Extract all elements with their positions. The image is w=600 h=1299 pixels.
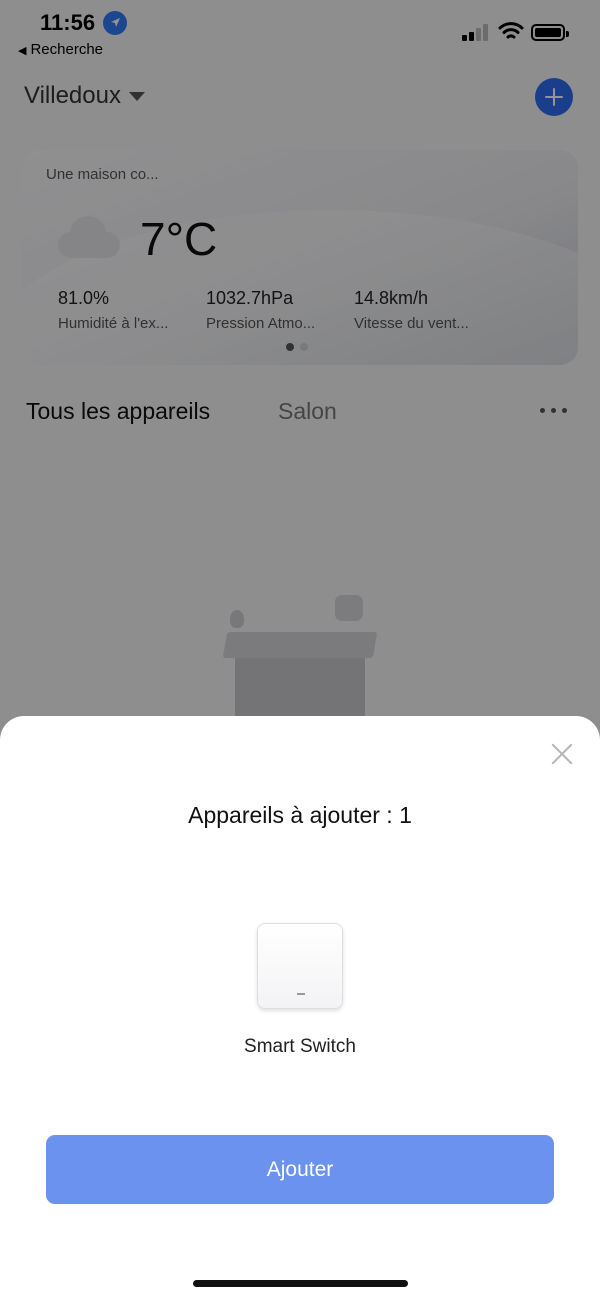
app-screen: 11:56 ◀ Recherche Villedoux Une maison c…	[0, 0, 600, 1299]
device-name: Smart Switch	[244, 1036, 356, 1057]
close-icon[interactable]	[548, 740, 576, 768]
smart-switch-device-image[interactable]	[257, 923, 343, 1009]
home-indicator[interactable]	[193, 1280, 408, 1287]
add-button[interactable]: Ajouter	[46, 1135, 554, 1204]
add-devices-sheet: Appareils à ajouter : 1 Smart Switch Ajo…	[0, 716, 600, 1299]
switch-indicator	[297, 993, 305, 995]
sheet-title: Appareils à ajouter : 1	[188, 802, 412, 828]
